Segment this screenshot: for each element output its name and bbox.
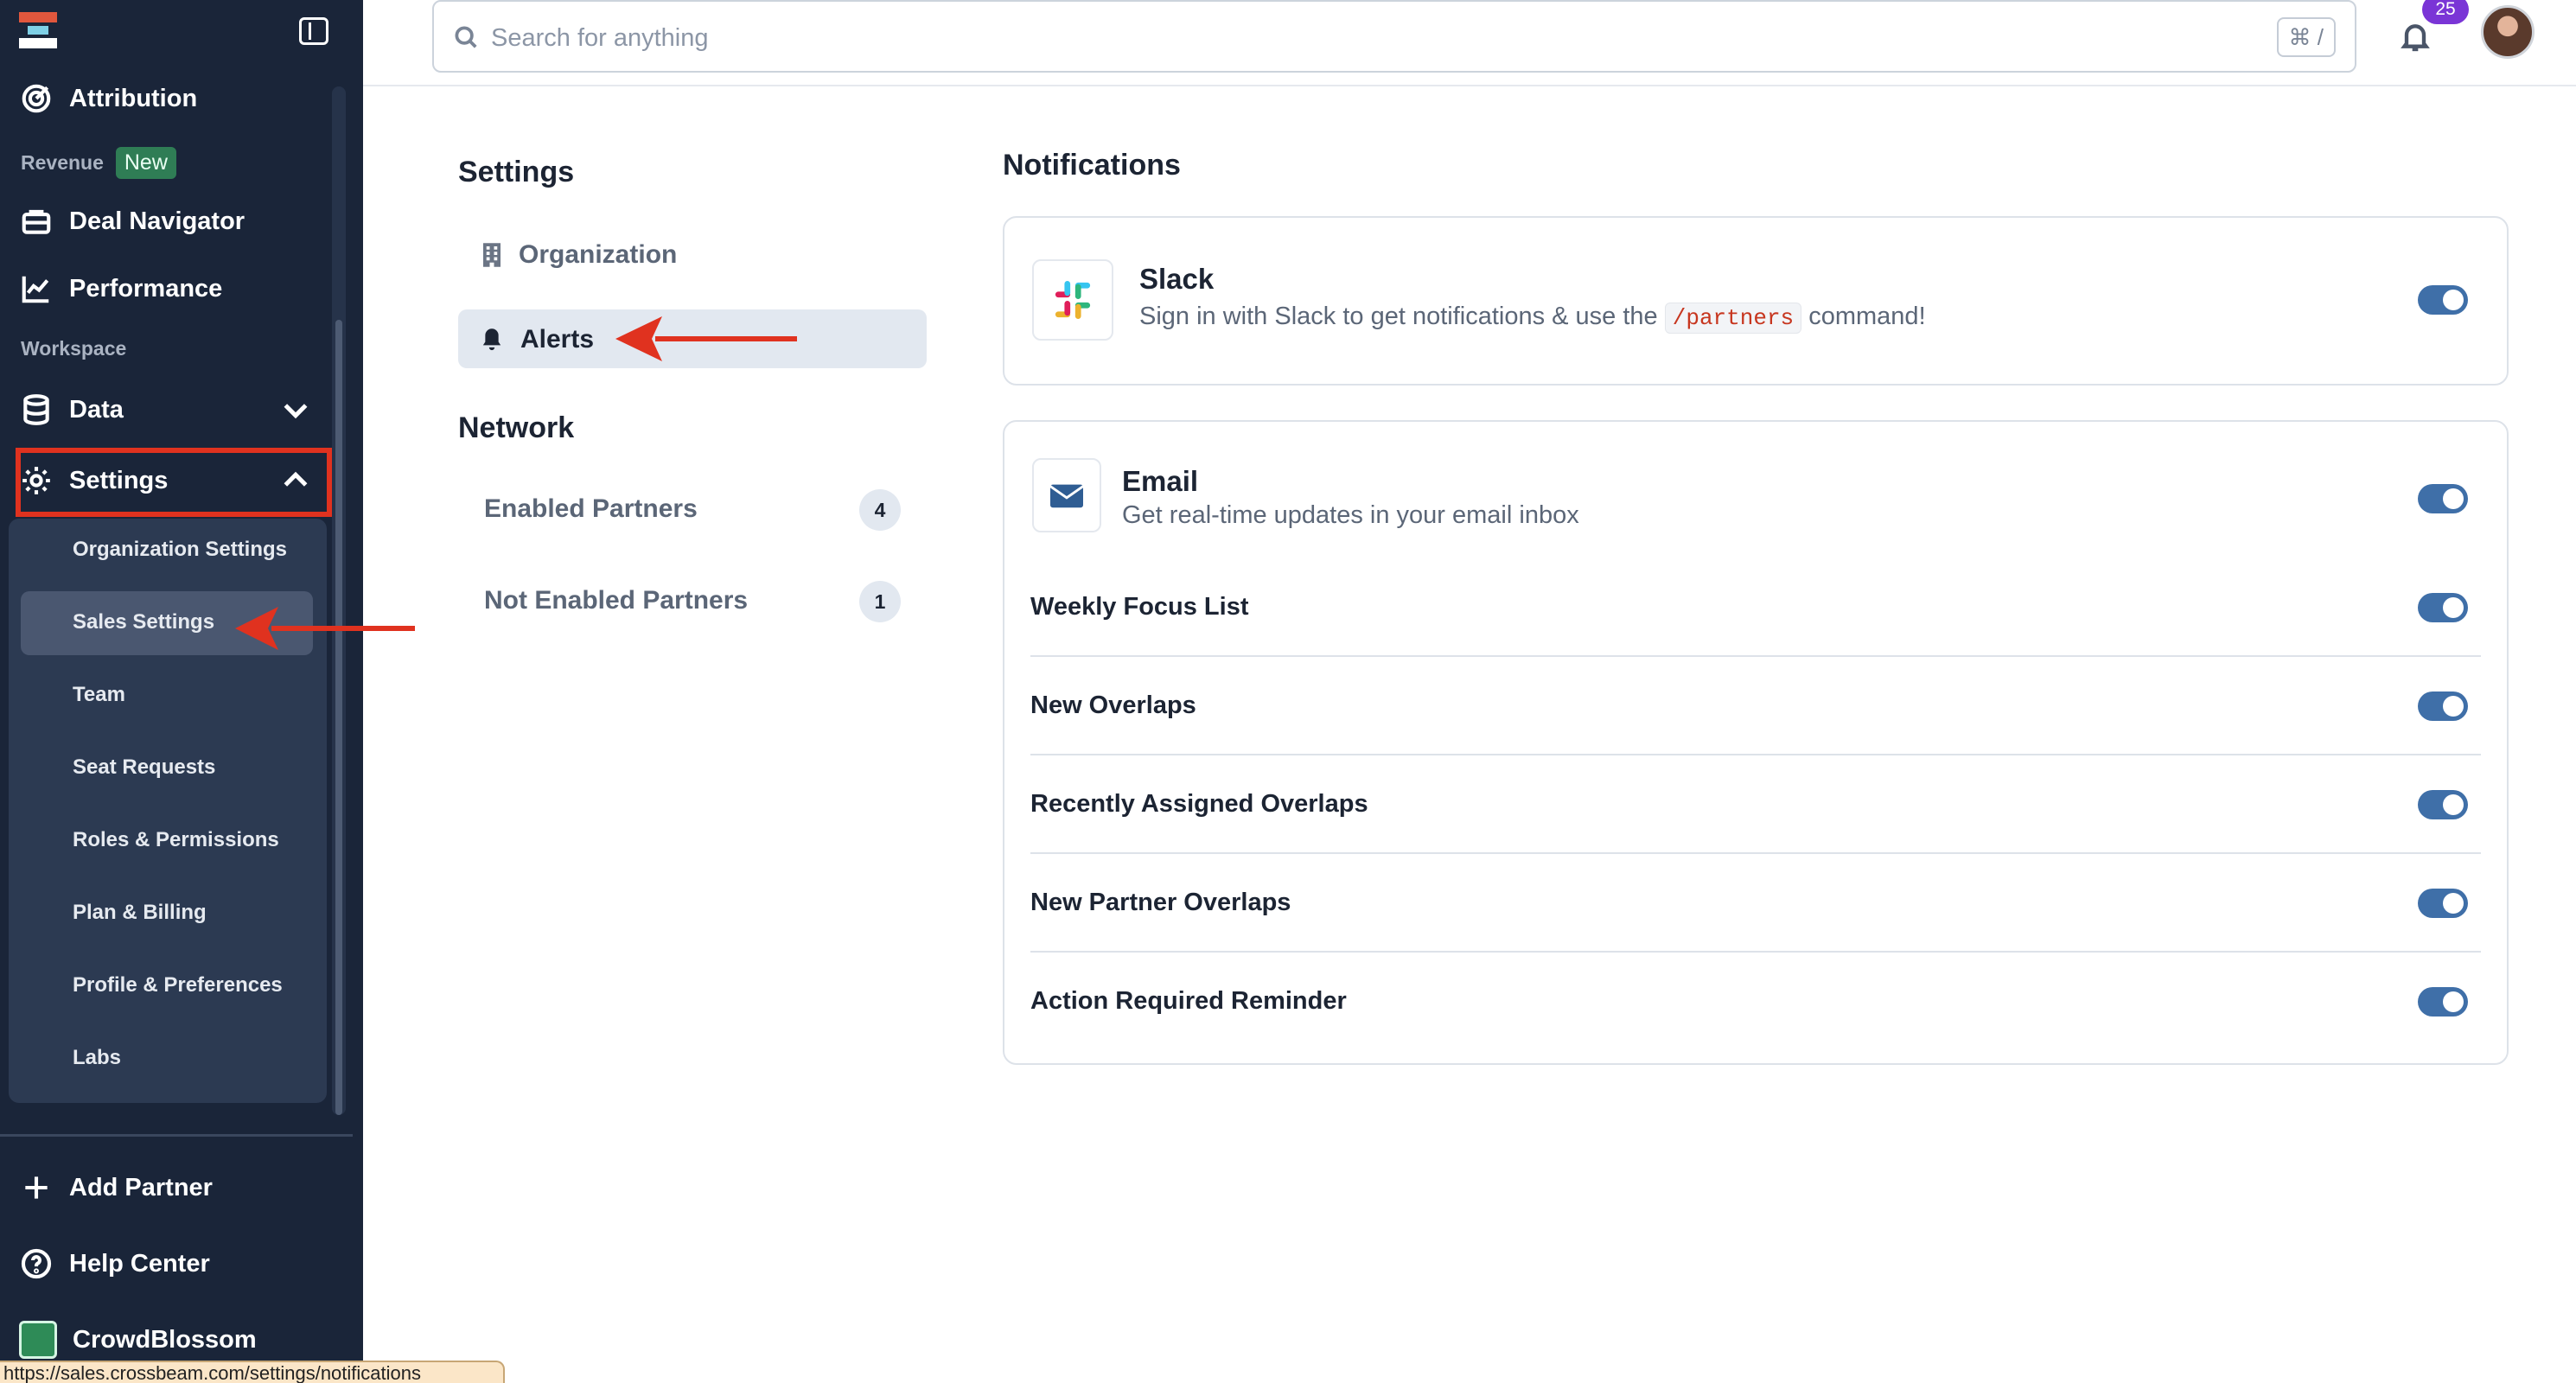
briefcase-icon bbox=[19, 204, 54, 239]
sidebar-item-label: Performance bbox=[69, 274, 223, 303]
sidebar-item-label: Deal Navigator bbox=[69, 207, 245, 235]
row-divider bbox=[1030, 951, 2481, 953]
sub-item-sales-settings[interactable]: Sales Settings bbox=[73, 610, 214, 634]
target-icon bbox=[19, 81, 54, 116]
user-avatar[interactable] bbox=[2481, 5, 2535, 59]
keyboard-shortcut-hint: ⌘ / bbox=[2276, 17, 2336, 57]
sidebar-org-name[interactable]: CrowdBlossom bbox=[73, 1316, 257, 1364]
new-partner-overlaps-toggle[interactable] bbox=[2418, 889, 2468, 918]
network-heading: Network bbox=[458, 411, 575, 444]
row-divider bbox=[1030, 754, 2481, 755]
help-circle-icon bbox=[19, 1246, 54, 1281]
email-description: Get real-time updates in your email inbo… bbox=[1122, 501, 1579, 529]
search-input[interactable] bbox=[491, 19, 2133, 57]
crossbeam-logo-icon[interactable] bbox=[19, 12, 57, 50]
sub-item-roles-permissions[interactable]: Roles & Permissions bbox=[73, 828, 279, 852]
notifications-heading: Notifications bbox=[1003, 149, 1181, 182]
building-icon bbox=[483, 243, 501, 267]
settings-heading: Settings bbox=[458, 156, 575, 188]
slack-title: Slack bbox=[1139, 263, 1215, 295]
sidebar-divider bbox=[0, 1134, 353, 1137]
settings-nav-organization[interactable]: Organization bbox=[481, 235, 677, 275]
not-enabled-partners-count: 1 bbox=[859, 581, 901, 622]
bell-icon[interactable] bbox=[2398, 19, 2433, 54]
org-avatar[interactable] bbox=[19, 1321, 57, 1359]
new-badge: New bbox=[115, 147, 176, 179]
sidebar: Attribution Revenue New Deal Navigator Pe… bbox=[0, 0, 363, 1383]
search-bar[interactable]: ⌘ / bbox=[432, 0, 2356, 73]
slack-command-chip: /partners bbox=[1664, 303, 1802, 334]
chevron-down-icon[interactable] bbox=[278, 392, 313, 427]
row-divider bbox=[1030, 655, 2481, 657]
sidebar-item-label: Help Center bbox=[69, 1249, 210, 1278]
notification-count-badge: 25 bbox=[2422, 0, 2469, 24]
annotation-highlight-box bbox=[16, 448, 332, 517]
settings-nav-label: Organization bbox=[519, 240, 678, 269]
plus-icon bbox=[19, 1170, 54, 1205]
section-label-revenue: Revenue New bbox=[21, 147, 176, 179]
sub-item-organization-settings[interactable]: Organization Settings bbox=[73, 538, 287, 562]
sidebar-item-label: Add Partner bbox=[69, 1173, 213, 1201]
bell-icon bbox=[482, 328, 501, 351]
annotation-arrow-sales-settings bbox=[235, 607, 415, 650]
sidebar-item-help-center[interactable]: Help Center bbox=[19, 1240, 210, 1288]
line-chart-icon bbox=[19, 271, 54, 306]
sidebar-item-add-partner[interactable]: Add Partner bbox=[19, 1163, 213, 1212]
action-required-reminder-toggle[interactable] bbox=[2418, 987, 2468, 1017]
sidebar-toggle-icon[interactable] bbox=[299, 17, 328, 45]
email-title: Email bbox=[1122, 465, 1199, 497]
settings-nav-label: Alerts bbox=[520, 325, 595, 354]
recently-assigned-overlaps-toggle[interactable] bbox=[2418, 790, 2468, 819]
sub-item-plan-billing[interactable]: Plan & Billing bbox=[73, 901, 207, 925]
sub-item-seat-requests[interactable]: Seat Requests bbox=[73, 755, 215, 780]
sidebar-scroll-thumb[interactable] bbox=[335, 320, 342, 1115]
notification-row-new-overlaps: New Overlaps bbox=[1030, 692, 1196, 719]
slack-toggle[interactable] bbox=[2418, 285, 2468, 315]
slack-desc-text-end: command! bbox=[1808, 303, 1926, 330]
annotation-arrow-alerts bbox=[615, 316, 797, 361]
section-label-workspace: Workspace bbox=[21, 337, 127, 360]
database-icon bbox=[19, 392, 54, 427]
sidebar-item-data[interactable]: Data bbox=[19, 386, 124, 434]
settings-nav-not-enabled-partners[interactable]: Not Enabled Partners bbox=[484, 586, 748, 615]
sub-item-profile-preferences[interactable]: Profile & Preferences bbox=[73, 973, 283, 997]
sub-item-labs[interactable]: Labs bbox=[73, 1046, 121, 1070]
weekly-focus-list-toggle[interactable] bbox=[2418, 593, 2468, 622]
notification-row-recently-assigned-overlaps: Recently Assigned Overlaps bbox=[1030, 790, 1368, 818]
status-bar-url: https://sales.crossbeam.com/settings/not… bbox=[0, 1361, 505, 1383]
notification-row-weekly-focus-list: Weekly Focus List bbox=[1030, 593, 1249, 621]
settings-nav-alerts[interactable]: Alerts bbox=[481, 320, 594, 360]
notification-row-new-partner-overlaps: New Partner Overlaps bbox=[1030, 889, 1291, 916]
search-icon bbox=[453, 24, 479, 50]
sidebar-item-performance[interactable]: Performance bbox=[19, 264, 222, 313]
new-overlaps-toggle[interactable] bbox=[2418, 692, 2468, 721]
email-toggle[interactable] bbox=[2418, 484, 2468, 513]
sub-item-team[interactable]: Team bbox=[73, 683, 125, 707]
sidebar-item-label: Attribution bbox=[69, 84, 198, 112]
sidebar-item-attribution[interactable]: Attribution bbox=[19, 74, 197, 123]
revenue-label: Revenue bbox=[21, 151, 104, 174]
sidebar-item-label: Data bbox=[69, 395, 124, 424]
enabled-partners-count: 4 bbox=[859, 489, 901, 531]
slack-desc-text: Sign in with Slack to get notifications … bbox=[1139, 303, 1658, 330]
slack-card bbox=[1003, 216, 2509, 386]
row-divider bbox=[1030, 852, 2481, 854]
sidebar-item-deal-navigator[interactable]: Deal Navigator bbox=[19, 197, 245, 245]
slack-description: Sign in with Slack to get notifications … bbox=[1139, 303, 1926, 334]
topbar: ⌘ / 25 bbox=[363, 0, 2576, 86]
slack-logo-icon bbox=[1032, 259, 1113, 341]
notification-row-action-required-reminder: Action Required Reminder bbox=[1030, 987, 1347, 1015]
email-envelope-icon bbox=[1032, 458, 1101, 532]
settings-nav-enabled-partners[interactable]: Enabled Partners bbox=[484, 494, 698, 524]
